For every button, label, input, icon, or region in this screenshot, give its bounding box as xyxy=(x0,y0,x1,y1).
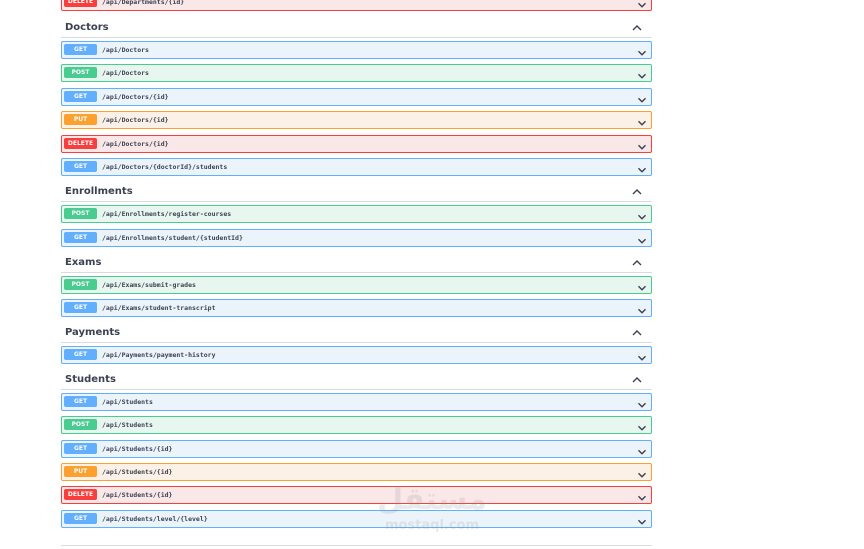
operation-get-payments[interactable]: GET/api/Payments/payment-history xyxy=(61,346,652,364)
watermark-latin: mostaql.com xyxy=(384,518,480,533)
chevron-up-icon[interactable] xyxy=(630,255,644,269)
method-badge: GET xyxy=(64,513,97,524)
operation-path: /api/Enrollments/student/{studentId} xyxy=(102,234,243,242)
operation-path: /api/Payments/payment-history xyxy=(102,351,216,359)
operation-post-doctors[interactable]: POST/api/Doctors xyxy=(61,64,652,82)
swagger-operations-list: DELETE/api/Departments/{id} Doctors GET/ap… xyxy=(0,0,864,548)
chevron-down-icon[interactable] xyxy=(636,232,648,244)
operation-path: /api/Doctors/{id} xyxy=(102,140,169,148)
operation-path: /api/Students xyxy=(102,421,153,429)
method-badge: GET xyxy=(64,91,97,102)
tag-divider xyxy=(61,342,652,343)
operation-delete-departments[interactable]: DELETE/api/Departments/{id} xyxy=(61,0,652,11)
operation-path: /api/Doctors/{doctorId}/students xyxy=(102,163,228,171)
method-badge: PUT xyxy=(64,114,97,125)
chevron-up-icon[interactable] xyxy=(630,184,644,198)
chevron-down-icon[interactable] xyxy=(636,279,648,291)
chevron-down-icon[interactable] xyxy=(636,138,648,150)
method-badge: DELETE xyxy=(64,489,97,500)
chevron-down-icon[interactable] xyxy=(636,161,648,173)
operation-get-students[interactable]: GET/api/Students/level/{level} xyxy=(61,510,652,528)
operation-path: /api/Departments/{id} xyxy=(102,0,185,6)
operation-post-exams[interactable]: POST/api/Exams/submit-grades xyxy=(61,276,652,294)
chevron-down-icon[interactable] xyxy=(636,419,648,431)
operation-delete-doctors[interactable]: DELETE/api/Doctors/{id} xyxy=(61,135,652,153)
operation-post-students[interactable]: POST/api/Students xyxy=(61,416,652,434)
method-badge: POST xyxy=(64,419,97,430)
operation-path: /api/Exams/student-transcript xyxy=(102,304,216,312)
chevron-down-icon[interactable] xyxy=(636,302,648,314)
chevron-down-icon[interactable] xyxy=(636,513,648,525)
operation-path: /api/Doctors xyxy=(102,69,149,77)
method-badge: DELETE xyxy=(64,138,97,149)
method-badge: POST xyxy=(64,67,97,78)
chevron-down-icon[interactable] xyxy=(636,208,648,220)
tag-title-students[interactable]: Students xyxy=(65,370,116,390)
operation-path: /api/Enrollments/register-courses xyxy=(102,210,232,218)
operation-path: /api/Students/{id} xyxy=(102,491,173,499)
operation-path: /api/Students xyxy=(102,398,153,406)
chevron-down-icon[interactable] xyxy=(636,91,648,103)
chevron-up-icon[interactable] xyxy=(630,372,644,386)
chevron-down-icon[interactable] xyxy=(636,443,648,455)
method-badge: GET xyxy=(64,44,97,55)
chevron-down-icon[interactable] xyxy=(636,67,648,79)
chevron-down-icon[interactable] xyxy=(636,0,648,8)
chevron-down-icon[interactable] xyxy=(636,44,648,56)
operation-path: /api/Doctors/{id} xyxy=(102,116,169,124)
method-badge: DELETE xyxy=(64,0,97,7)
chevron-down-icon[interactable] xyxy=(636,396,648,408)
operation-get-doctors[interactable]: GET/api/Doctors xyxy=(61,41,652,59)
tag-divider xyxy=(61,201,652,202)
operation-get-exams[interactable]: GET/api/Exams/student-transcript xyxy=(61,299,652,317)
tag-divider xyxy=(61,389,652,390)
watermark-logo: مستقل mostaql.com xyxy=(376,482,488,540)
operation-put-students[interactable]: PUT/api/Students/{id} xyxy=(61,463,652,481)
method-badge: POST xyxy=(64,208,97,219)
operation-get-doctors[interactable]: GET/api/Doctors/{doctorId}/students xyxy=(61,158,652,176)
operation-get-students[interactable]: GET/api/Students xyxy=(61,393,652,411)
method-badge: PUT xyxy=(64,466,97,477)
tag-title-payments[interactable]: Payments xyxy=(65,323,120,343)
operation-path: /api/Doctors xyxy=(102,46,149,54)
operation-get-students[interactable]: GET/api/Students/{id} xyxy=(61,440,652,458)
chevron-up-icon[interactable] xyxy=(630,325,644,339)
chevron-down-icon[interactable] xyxy=(636,114,648,126)
operation-delete-students[interactable]: DELETE/api/Students/{id} xyxy=(61,486,652,504)
watermark-arabic: مستقل xyxy=(377,482,487,517)
chevron-up-icon[interactable] xyxy=(630,20,644,34)
method-badge: GET xyxy=(64,349,97,360)
method-badge: POST xyxy=(64,279,97,290)
method-badge: GET xyxy=(64,396,97,407)
tag-divider xyxy=(61,272,652,273)
next-section-edge xyxy=(61,545,652,549)
chevron-down-icon[interactable] xyxy=(636,489,648,501)
tag-title-exams[interactable]: Exams xyxy=(65,253,101,273)
operation-path: /api/Students/{id} xyxy=(102,468,173,476)
chevron-down-icon[interactable] xyxy=(636,349,648,361)
method-badge: GET xyxy=(64,232,97,243)
method-badge: GET xyxy=(64,302,97,313)
tag-title-doctors[interactable]: Doctors xyxy=(65,18,109,38)
method-badge: GET xyxy=(64,161,97,172)
operation-get-doctors[interactable]: GET/api/Doctors/{id} xyxy=(61,88,652,106)
tag-title-enrollments[interactable]: Enrollments xyxy=(65,182,133,202)
method-badge: GET xyxy=(64,443,97,454)
operation-path: /api/Students/level/{level} xyxy=(102,515,208,523)
operation-get-enrollments[interactable]: GET/api/Enrollments/student/{studentId} xyxy=(61,229,652,247)
tag-divider xyxy=(61,37,652,38)
operation-path: /api/Doctors/{id} xyxy=(102,93,169,101)
operation-path: /api/Exams/submit-grades xyxy=(102,281,196,289)
operation-post-enrollments[interactable]: POST/api/Enrollments/register-courses xyxy=(61,205,652,223)
operation-put-doctors[interactable]: PUT/api/Doctors/{id} xyxy=(61,111,652,129)
operation-path: /api/Students/{id} xyxy=(102,445,173,453)
chevron-down-icon[interactable] xyxy=(636,466,648,478)
